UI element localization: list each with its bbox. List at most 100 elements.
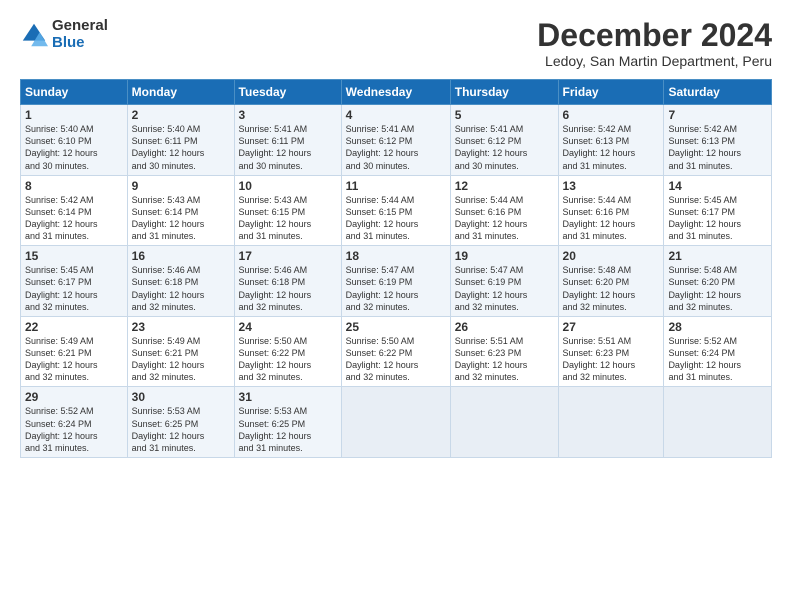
- cell-info: Sunrise: 5:41 AMSunset: 6:11 PMDaylight:…: [239, 123, 337, 172]
- day-number: 20: [563, 249, 660, 263]
- header-row: Sunday Monday Tuesday Wednesday Thursday…: [21, 80, 772, 105]
- calendar-cell: 8Sunrise: 5:42 AMSunset: 6:14 PMDaylight…: [21, 175, 128, 246]
- calendar-cell: 13Sunrise: 5:44 AMSunset: 6:16 PMDayligh…: [558, 175, 664, 246]
- calendar-cell: 1Sunrise: 5:40 AMSunset: 6:10 PMDaylight…: [21, 105, 128, 176]
- day-number: 25: [346, 320, 446, 334]
- calendar-cell: 19Sunrise: 5:47 AMSunset: 6:19 PMDayligh…: [450, 246, 558, 317]
- day-number: 18: [346, 249, 446, 263]
- cell-info: Sunrise: 5:46 AMSunset: 6:18 PMDaylight:…: [132, 264, 230, 313]
- day-number: 29: [25, 390, 123, 404]
- day-number: 16: [132, 249, 230, 263]
- cell-info: Sunrise: 5:51 AMSunset: 6:23 PMDaylight:…: [455, 335, 554, 384]
- calendar-cell: 5Sunrise: 5:41 AMSunset: 6:12 PMDaylight…: [450, 105, 558, 176]
- cell-info: Sunrise: 5:41 AMSunset: 6:12 PMDaylight:…: [346, 123, 446, 172]
- col-tuesday: Tuesday: [234, 80, 341, 105]
- calendar-cell: 18Sunrise: 5:47 AMSunset: 6:19 PMDayligh…: [341, 246, 450, 317]
- logo-blue-text: Blue: [52, 35, 108, 52]
- calendar-cell: 10Sunrise: 5:43 AMSunset: 6:15 PMDayligh…: [234, 175, 341, 246]
- cell-info: Sunrise: 5:43 AMSunset: 6:14 PMDaylight:…: [132, 194, 230, 243]
- day-number: 6: [563, 108, 660, 122]
- cell-info: Sunrise: 5:50 AMSunset: 6:22 PMDaylight:…: [239, 335, 337, 384]
- calendar-cell: 22Sunrise: 5:49 AMSunset: 6:21 PMDayligh…: [21, 316, 128, 387]
- day-number: 3: [239, 108, 337, 122]
- cell-info: Sunrise: 5:41 AMSunset: 6:12 PMDaylight:…: [455, 123, 554, 172]
- calendar-cell: 12Sunrise: 5:44 AMSunset: 6:16 PMDayligh…: [450, 175, 558, 246]
- calendar-cell: 7Sunrise: 5:42 AMSunset: 6:13 PMDaylight…: [664, 105, 772, 176]
- day-number: 13: [563, 179, 660, 193]
- logo-icon: [20, 21, 48, 49]
- calendar-cell: 16Sunrise: 5:46 AMSunset: 6:18 PMDayligh…: [127, 246, 234, 317]
- cell-info: Sunrise: 5:52 AMSunset: 6:24 PMDaylight:…: [668, 335, 767, 384]
- cell-info: Sunrise: 5:42 AMSunset: 6:13 PMDaylight:…: [668, 123, 767, 172]
- cell-info: Sunrise: 5:51 AMSunset: 6:23 PMDaylight:…: [563, 335, 660, 384]
- cell-info: Sunrise: 5:42 AMSunset: 6:13 PMDaylight:…: [563, 123, 660, 172]
- calendar-cell: 11Sunrise: 5:44 AMSunset: 6:15 PMDayligh…: [341, 175, 450, 246]
- calendar-week-5: 29Sunrise: 5:52 AMSunset: 6:24 PMDayligh…: [21, 387, 772, 458]
- day-number: 28: [668, 320, 767, 334]
- col-saturday: Saturday: [664, 80, 772, 105]
- col-sunday: Sunday: [21, 80, 128, 105]
- day-number: 2: [132, 108, 230, 122]
- calendar-cell: [341, 387, 450, 458]
- cell-info: Sunrise: 5:53 AMSunset: 6:25 PMDaylight:…: [239, 405, 337, 454]
- cell-info: Sunrise: 5:47 AMSunset: 6:19 PMDaylight:…: [346, 264, 446, 313]
- logo-general-text: General: [52, 18, 108, 35]
- calendar-cell: 30Sunrise: 5:53 AMSunset: 6:25 PMDayligh…: [127, 387, 234, 458]
- cell-info: Sunrise: 5:47 AMSunset: 6:19 PMDaylight:…: [455, 264, 554, 313]
- day-number: 30: [132, 390, 230, 404]
- calendar-cell: 9Sunrise: 5:43 AMSunset: 6:14 PMDaylight…: [127, 175, 234, 246]
- day-number: 19: [455, 249, 554, 263]
- col-monday: Monday: [127, 80, 234, 105]
- header: General Blue December 2024 Ledoy, San Ma…: [20, 18, 772, 69]
- calendar-week-3: 15Sunrise: 5:45 AMSunset: 6:17 PMDayligh…: [21, 246, 772, 317]
- calendar-week-2: 8Sunrise: 5:42 AMSunset: 6:14 PMDaylight…: [21, 175, 772, 246]
- calendar-cell: 23Sunrise: 5:49 AMSunset: 6:21 PMDayligh…: [127, 316, 234, 387]
- day-number: 11: [346, 179, 446, 193]
- calendar-cell: 25Sunrise: 5:50 AMSunset: 6:22 PMDayligh…: [341, 316, 450, 387]
- cell-info: Sunrise: 5:40 AMSunset: 6:10 PMDaylight:…: [25, 123, 123, 172]
- col-thursday: Thursday: [450, 80, 558, 105]
- calendar-week-1: 1Sunrise: 5:40 AMSunset: 6:10 PMDaylight…: [21, 105, 772, 176]
- cell-info: Sunrise: 5:45 AMSunset: 6:17 PMDaylight:…: [668, 194, 767, 243]
- cell-info: Sunrise: 5:50 AMSunset: 6:22 PMDaylight:…: [346, 335, 446, 384]
- calendar-cell: [664, 387, 772, 458]
- day-number: 15: [25, 249, 123, 263]
- cell-info: Sunrise: 5:48 AMSunset: 6:20 PMDaylight:…: [668, 264, 767, 313]
- calendar-cell: 21Sunrise: 5:48 AMSunset: 6:20 PMDayligh…: [664, 246, 772, 317]
- day-number: 5: [455, 108, 554, 122]
- day-number: 8: [25, 179, 123, 193]
- cell-info: Sunrise: 5:53 AMSunset: 6:25 PMDaylight:…: [132, 405, 230, 454]
- calendar-cell: 24Sunrise: 5:50 AMSunset: 6:22 PMDayligh…: [234, 316, 341, 387]
- calendar-header: Sunday Monday Tuesday Wednesday Thursday…: [21, 80, 772, 105]
- calendar-cell: 26Sunrise: 5:51 AMSunset: 6:23 PMDayligh…: [450, 316, 558, 387]
- day-number: 14: [668, 179, 767, 193]
- calendar-cell: 4Sunrise: 5:41 AMSunset: 6:12 PMDaylight…: [341, 105, 450, 176]
- day-number: 24: [239, 320, 337, 334]
- calendar-cell: 31Sunrise: 5:53 AMSunset: 6:25 PMDayligh…: [234, 387, 341, 458]
- day-number: 7: [668, 108, 767, 122]
- cell-info: Sunrise: 5:42 AMSunset: 6:14 PMDaylight:…: [25, 194, 123, 243]
- calendar-cell: 29Sunrise: 5:52 AMSunset: 6:24 PMDayligh…: [21, 387, 128, 458]
- day-number: 23: [132, 320, 230, 334]
- day-number: 21: [668, 249, 767, 263]
- day-number: 27: [563, 320, 660, 334]
- cell-info: Sunrise: 5:45 AMSunset: 6:17 PMDaylight:…: [25, 264, 123, 313]
- cell-info: Sunrise: 5:49 AMSunset: 6:21 PMDaylight:…: [132, 335, 230, 384]
- calendar-cell: [450, 387, 558, 458]
- cell-info: Sunrise: 5:44 AMSunset: 6:16 PMDaylight:…: [455, 194, 554, 243]
- cell-info: Sunrise: 5:44 AMSunset: 6:16 PMDaylight:…: [563, 194, 660, 243]
- calendar-cell: [558, 387, 664, 458]
- cell-info: Sunrise: 5:49 AMSunset: 6:21 PMDaylight:…: [25, 335, 123, 384]
- col-wednesday: Wednesday: [341, 80, 450, 105]
- calendar-cell: 14Sunrise: 5:45 AMSunset: 6:17 PMDayligh…: [664, 175, 772, 246]
- calendar-cell: 3Sunrise: 5:41 AMSunset: 6:11 PMDaylight…: [234, 105, 341, 176]
- day-number: 10: [239, 179, 337, 193]
- calendar-body: 1Sunrise: 5:40 AMSunset: 6:10 PMDaylight…: [21, 105, 772, 458]
- logo: General Blue: [20, 18, 108, 51]
- logo-text: General Blue: [52, 18, 108, 51]
- main-title: December 2024: [537, 18, 772, 53]
- calendar-table: Sunday Monday Tuesday Wednesday Thursday…: [20, 79, 772, 458]
- calendar-week-4: 22Sunrise: 5:49 AMSunset: 6:21 PMDayligh…: [21, 316, 772, 387]
- cell-info: Sunrise: 5:40 AMSunset: 6:11 PMDaylight:…: [132, 123, 230, 172]
- cell-info: Sunrise: 5:48 AMSunset: 6:20 PMDaylight:…: [563, 264, 660, 313]
